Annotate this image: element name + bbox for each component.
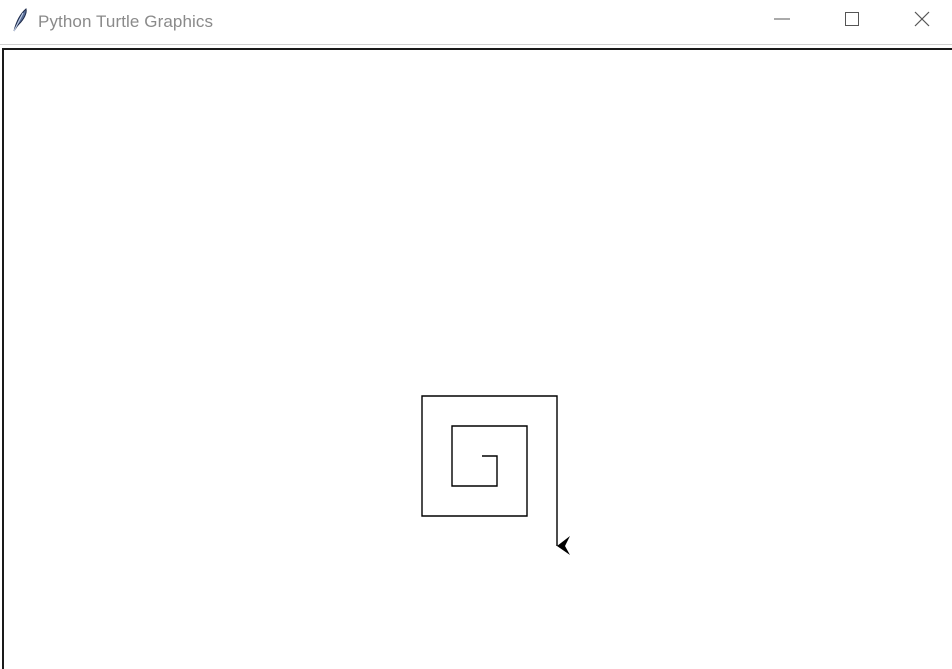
maximize-icon bbox=[843, 10, 861, 33]
maximize-button[interactable] bbox=[822, 0, 882, 42]
window-title: Python Turtle Graphics bbox=[38, 12, 214, 31]
turtle-canvas[interactable] bbox=[2, 48, 952, 669]
turtle-arrow-icon bbox=[557, 536, 570, 555]
close-button[interactable] bbox=[892, 0, 952, 42]
turtle-window: Python Turtle Graphics bbox=[0, 0, 952, 669]
title-separator bbox=[0, 44, 952, 45]
close-icon bbox=[913, 10, 931, 33]
minimize-icon bbox=[773, 10, 791, 33]
feather-icon bbox=[10, 7, 30, 33]
drawing-surface bbox=[421, 395, 570, 555]
title-bar[interactable]: Python Turtle Graphics bbox=[0, 0, 952, 44]
minimize-button[interactable] bbox=[752, 0, 812, 42]
spiral-path bbox=[421, 395, 558, 546]
